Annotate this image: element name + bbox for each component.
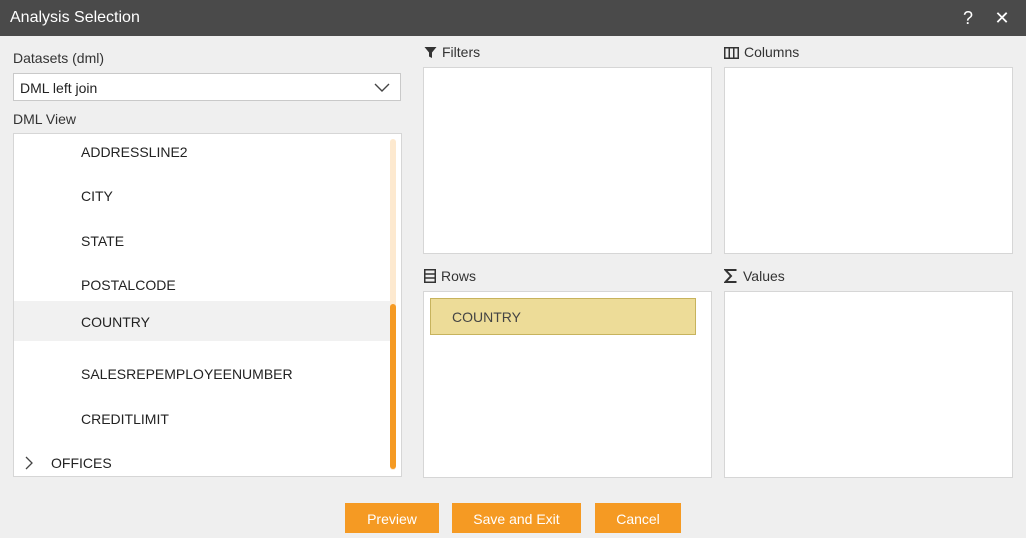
columns-header: Columns xyxy=(724,44,799,60)
sigma-icon xyxy=(723,268,743,284)
values-label: Values xyxy=(743,268,785,284)
cancel-button[interactable]: Cancel xyxy=(595,503,681,533)
values-header: Values xyxy=(723,268,785,284)
dml-view-label: DML View xyxy=(13,111,77,127)
analysis-selection-dialog: Analysis Selection ? ✕ Datasets (dml) DM… xyxy=(0,0,1026,538)
tree-item-addressline2[interactable]: ADDRESSLINE2 xyxy=(14,134,392,172)
save-and-exit-button[interactable]: Save and Exit xyxy=(452,503,581,533)
tree-item-creditlimit[interactable]: CREDITLIMIT xyxy=(14,399,392,439)
filters-label: Filters xyxy=(442,44,481,60)
tree-item-label: ADDRESSLINE2 xyxy=(81,144,188,160)
preview-button[interactable]: Preview xyxy=(345,503,439,533)
datasets-label: Datasets (dml) xyxy=(13,50,105,66)
tree-item-label: OFFICES xyxy=(51,455,112,471)
columns-icon xyxy=(724,44,744,60)
columns-drop-zone[interactable] xyxy=(724,67,1013,254)
filter-icon xyxy=(424,44,442,60)
tree-item-country[interactable]: COUNTRY xyxy=(14,301,392,341)
tree-item-salesrepemployeenumber[interactable]: SALESREPEMPLOYEENUMBER xyxy=(14,354,392,394)
values-drop-zone[interactable] xyxy=(724,291,1013,478)
row-chip-country[interactable]: COUNTRY xyxy=(430,298,696,335)
datasets-select[interactable]: DML left join xyxy=(13,73,401,101)
tree-item-state[interactable]: STATE xyxy=(14,221,392,261)
tree-item-label: CITY xyxy=(81,188,113,204)
scrollbar-thumb[interactable] xyxy=(390,304,396,469)
rows-label: Rows xyxy=(441,268,477,284)
rows-drop-zone[interactable]: COUNTRY xyxy=(423,291,712,478)
columns-label: Columns xyxy=(744,44,800,60)
tree-item-postalcode[interactable]: POSTALCODE xyxy=(14,265,392,305)
datasets-selected-value: DML left join xyxy=(20,80,98,96)
tree-item-label: CREDITLIMIT xyxy=(81,411,169,427)
tree-item-label: POSTALCODE xyxy=(81,277,176,293)
chevron-right-icon[interactable] xyxy=(24,456,34,475)
rows-icon xyxy=(424,268,441,284)
close-icon[interactable]: ✕ xyxy=(991,6,1013,30)
window-title: Analysis Selection xyxy=(10,9,140,26)
tree-item-label: COUNTRY xyxy=(81,314,150,330)
dml-view-tree: ADDRESSLINE2 CITY STATE POSTALCODE COUNT… xyxy=(13,133,402,477)
filters-header: Filters xyxy=(424,44,480,60)
tree-item-label: STATE xyxy=(81,233,125,249)
rows-header: Rows xyxy=(424,268,476,284)
tree-item-label: SALESREPEMPLOYEENUMBER xyxy=(81,366,293,382)
tree-item-city[interactable]: CITY xyxy=(14,176,392,216)
row-chip-label: COUNTRY xyxy=(452,309,521,325)
title-bar: Analysis Selection ? ✕ xyxy=(0,0,1026,36)
chevron-down-icon xyxy=(374,80,390,99)
tree-item-offices[interactable]: OFFICES xyxy=(14,443,392,476)
help-icon[interactable]: ? xyxy=(957,6,979,30)
filters-drop-zone[interactable] xyxy=(423,67,712,254)
